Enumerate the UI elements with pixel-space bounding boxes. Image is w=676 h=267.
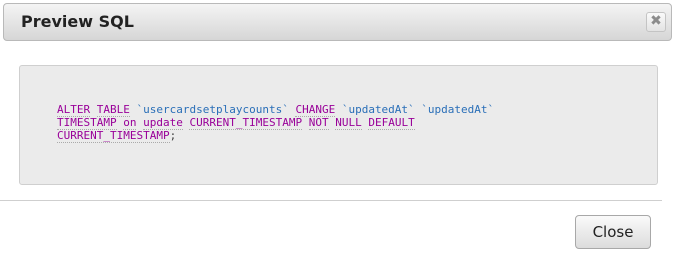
sql-code: ALTER TABLE `usercardsetplaycounts` CHAN… [57, 103, 637, 143]
sql-token: `updatedAt` `updatedAt` [335, 103, 495, 116]
sql-token: update [143, 116, 183, 130]
sql-preview-box: ALTER TABLE `usercardsetplaycounts` CHAN… [19, 65, 658, 185]
dialog-footer-divider [0, 200, 662, 201]
close-icon[interactable]: ✖ [646, 12, 666, 32]
sql-token: ALTER [57, 103, 91, 117]
dialog-title: Preview SQL [21, 12, 134, 31]
sql-token: on [123, 116, 137, 130]
preview-sql-dialog: Preview SQL ✖ ALTER TABLE `usercardsetpl… [0, 0, 676, 267]
sql-line-3: CURRENT_TIMESTAMP; [57, 129, 637, 143]
sql-token: CURRENT_TIMESTAMP [57, 129, 170, 143]
close-button[interactable]: Close [575, 215, 651, 249]
sql-token: ; [169, 129, 177, 142]
sql-line-2: TIMESTAMP on update CURRENT_TIMESTAMP NO… [57, 116, 637, 130]
sql-token: TIMESTAMP [57, 116, 117, 130]
sql-token: TABLE [96, 103, 130, 117]
sql-token: NOT [308, 116, 329, 130]
dialog-titlebar: Preview SQL ✖ [3, 3, 672, 41]
sql-token: `usercardsetplaycounts` [129, 103, 296, 116]
sql-token: CHANGE [295, 103, 336, 117]
sql-token: CURRENT_TIMESTAMP [189, 116, 303, 130]
sql-token: NULL [335, 116, 362, 130]
sql-token: DEFAULT [368, 116, 415, 130]
sql-line-1: ALTER TABLE `usercardsetplaycounts` CHAN… [57, 103, 637, 117]
